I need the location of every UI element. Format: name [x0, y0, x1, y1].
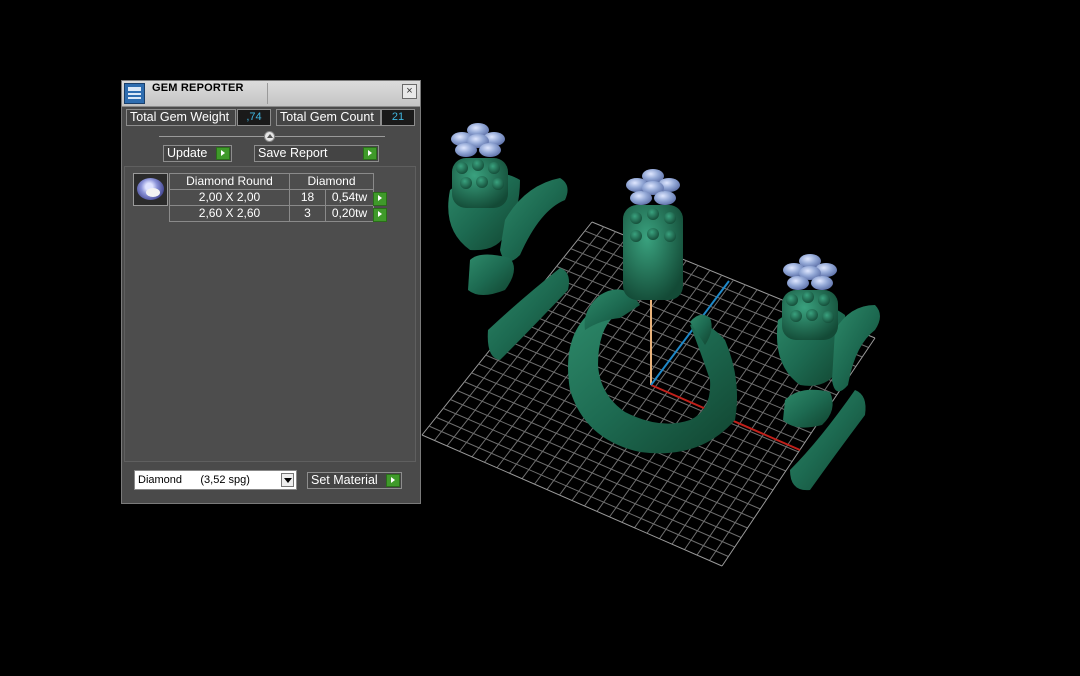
gem-table: Diamond Round Diamond 2,00 X 2,00 18 0,5…	[169, 173, 389, 222]
total-gem-weight-label: Total Gem Weight	[126, 109, 236, 126]
save-report-button-label: Save Report	[258, 146, 328, 160]
total-gem-weight-value: ,74	[237, 109, 271, 126]
gem-cluster-center	[626, 169, 680, 205]
close-icon[interactable]: ×	[402, 84, 417, 99]
header-shape: Diamond Round	[169, 173, 290, 190]
grid-line	[421, 434, 723, 567]
row-size: 2,00 X 2,00	[169, 189, 290, 206]
gem-cluster-right	[783, 254, 837, 290]
update-button[interactable]: Update	[163, 145, 232, 162]
table-row: 2,00 X 2,00 18 0,54tw	[169, 189, 389, 206]
prong-head-right	[782, 290, 838, 340]
row-count: 3	[289, 205, 326, 222]
gem-cluster-left	[451, 123, 505, 157]
go-arrow-icon	[386, 474, 400, 487]
gem-table-header: Diamond Round Diamond	[169, 173, 389, 190]
prong-head-left	[452, 158, 508, 208]
panel-title: GEM REPORTER	[152, 82, 244, 94]
row-weight: 0,20tw	[325, 205, 374, 222]
gem-reporter-icon	[124, 83, 145, 104]
prong-head-center	[623, 205, 683, 300]
row-weight: 0,54tw	[325, 189, 374, 206]
set-material-button[interactable]: Set Material	[307, 472, 402, 489]
ring-center	[568, 289, 738, 454]
slider-knob-icon[interactable]	[264, 131, 275, 142]
go-arrow-icon	[216, 147, 230, 160]
row-size: 2,60 X 2,60	[169, 205, 290, 222]
gem-list: Diamond Round Diamond 2,00 X 2,00 18 0,5…	[124, 166, 416, 462]
row-count: 18	[289, 189, 326, 206]
go-arrow-icon	[363, 147, 377, 160]
go-arrow-icon[interactable]	[373, 191, 387, 206]
dropdown-arrow-icon[interactable]	[281, 473, 294, 487]
update-button-label: Update	[167, 146, 208, 160]
gem-thumbnail-icon[interactable]	[133, 173, 168, 206]
material-select[interactable]: Diamond (3,52 spg)	[134, 470, 297, 490]
total-gem-count-label: Total Gem Count	[276, 109, 381, 126]
set-material-button-label: Set Material	[311, 473, 378, 487]
title-bar[interactable]: GEM REPORTER ×	[122, 81, 420, 107]
header-material: Diamond	[289, 173, 374, 190]
table-row: 2,60 X 2,60 3 0,20tw	[169, 205, 389, 222]
go-arrow-icon[interactable]	[373, 207, 387, 222]
material-select-value: Diamond (3,52 spg)	[138, 474, 250, 486]
gem-reporter-panel: GEM REPORTER × Total Gem Weight ,74 Tota…	[121, 80, 421, 504]
save-report-button[interactable]: Save Report	[254, 145, 379, 162]
title-divider	[267, 83, 268, 104]
total-gem-count-value: 21	[381, 109, 415, 126]
